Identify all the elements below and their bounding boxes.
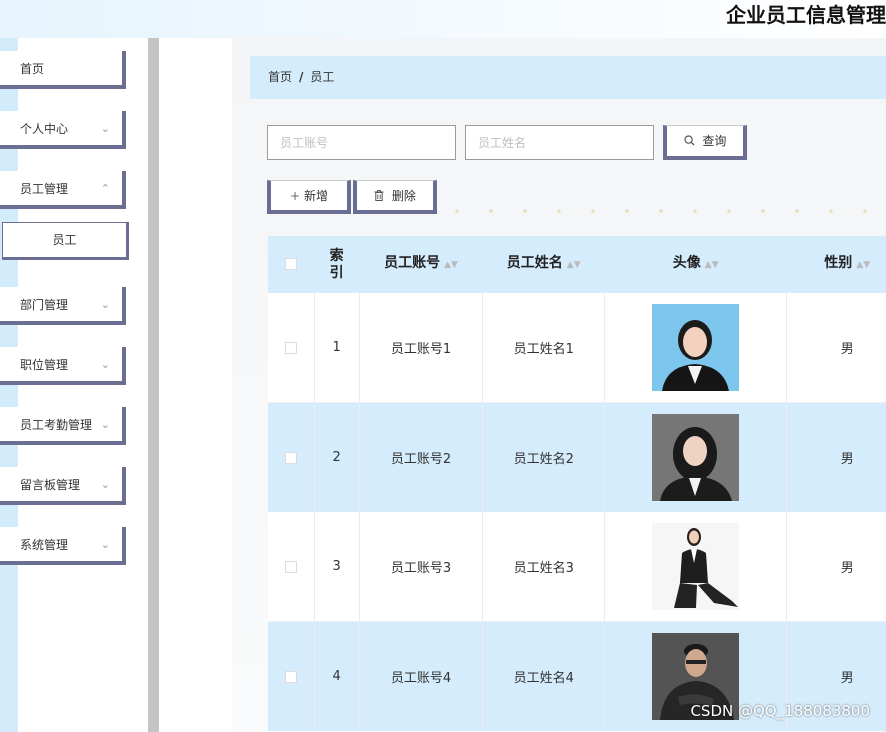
- plus-icon: +: [289, 189, 301, 203]
- cell-name: 员工姓名2: [482, 402, 606, 512]
- cell-name: 员工姓名3: [482, 512, 606, 622]
- chevron-down-icon: ⌄: [100, 358, 110, 371]
- sidebar-item-label: 员工管理: [20, 182, 69, 196]
- site-title: 企业员工信息管理: [726, 3, 886, 27]
- cell-account: 员工账号4: [359, 621, 484, 731]
- decorative-dots: [440, 206, 886, 216]
- table-row: 1 员工账号1 员工姓名1 男: [268, 293, 886, 403]
- employee-avatar-image[interactable]: [652, 304, 740, 391]
- add-button[interactable]: + 新增: [267, 180, 351, 214]
- sidebar-item-attendance-management[interactable]: 员工考勤管理 ⌄: [0, 407, 126, 445]
- sidebar-item-home[interactable]: 首页: [0, 51, 126, 89]
- chevron-down-icon: ⌄: [100, 538, 110, 551]
- search-icon: [683, 134, 699, 148]
- sidebar-subitem-employee[interactable]: 员工: [2, 222, 129, 260]
- table-row: 2 员工账号2 员工姓名2 男: [268, 402, 886, 512]
- sidebar-item-label: 个人中心: [20, 122, 69, 136]
- cell-avatar: [604, 402, 788, 512]
- sort-icon: ▲▼: [856, 260, 871, 270]
- top-bar: 企业员工信息管理: [0, 0, 886, 38]
- row-checkbox[interactable]: [284, 341, 297, 354]
- cell-account: 员工账号2: [359, 402, 484, 512]
- chevron-down-icon: ⌄: [100, 478, 110, 491]
- delete-button[interactable]: 删除: [353, 180, 437, 214]
- row-checkbox[interactable]: [284, 560, 297, 573]
- column-header-name[interactable]: 员工姓名 ▲▼: [482, 236, 605, 293]
- cell-gender: 男: [786, 402, 886, 512]
- sidebar-item-label: 员工: [52, 233, 77, 247]
- sidebar-item-label: 员工考勤管理: [20, 418, 93, 432]
- sidebar-item-system-management[interactable]: 系统管理 ⌄: [0, 527, 126, 565]
- query-button-label: 查询: [702, 134, 727, 148]
- delete-button-label: 删除: [391, 189, 416, 203]
- employee-account-search-input[interactable]: [267, 125, 456, 160]
- column-header-avatar[interactable]: 头像 ▲▼: [604, 236, 787, 293]
- table-header-row: 索引 员工账号 ▲▼ 员工姓名 ▲▼ 头像 ▲▼ 性别 ▲▼: [268, 236, 886, 293]
- cell-gender: 男: [786, 293, 886, 403]
- chevron-down-icon: ⌄: [100, 122, 110, 135]
- table-row: 3 员工账号3 员工姓名3 男: [268, 512, 886, 622]
- breadcrumb-current: 员工: [310, 70, 335, 84]
- chevron-down-icon: ⌄: [100, 298, 110, 311]
- sidebar-divider: [148, 38, 159, 732]
- cell-account: 员工账号1: [359, 293, 484, 403]
- employee-avatar-image[interactable]: [652, 523, 740, 610]
- cell-avatar: [604, 512, 788, 622]
- cell-index: 4: [314, 621, 360, 731]
- sidebar-item-label: 首页: [20, 62, 45, 76]
- sidebar-item-message-board-management[interactable]: 留言板管理 ⌄: [0, 467, 126, 505]
- employee-table: 索引 员工账号 ▲▼ 员工姓名 ▲▼ 头像 ▲▼ 性别 ▲▼ 1 员工账号1 员工姓名1…: [268, 236, 886, 731]
- cell-name: 员工姓名1: [482, 293, 606, 403]
- cell-gender: 男: [786, 512, 886, 622]
- sidebar-item-personal-center[interactable]: 个人中心 ⌄: [0, 111, 126, 149]
- sidebar-item-employee-management[interactable]: 员工管理 ⌃: [0, 171, 126, 209]
- breadcrumb-home[interactable]: 首页: [268, 70, 292, 84]
- cell-index: 2: [314, 402, 360, 512]
- sidebar-item-label: 职位管理: [20, 358, 69, 372]
- chevron-up-icon: ⌃: [100, 182, 110, 195]
- cell-name: 员工姓名4: [482, 621, 606, 731]
- query-button[interactable]: 查询: [663, 125, 747, 160]
- row-checkbox[interactable]: [284, 670, 297, 683]
- employee-name-search-input[interactable]: [465, 125, 654, 160]
- sidebar-item-department-management[interactable]: 部门管理 ⌄: [0, 287, 126, 325]
- column-header-gender[interactable]: 性别 ▲▼: [786, 236, 886, 293]
- sort-icon: ▲▼: [444, 260, 458, 270]
- sidebar-item-position-management[interactable]: 职位管理 ⌄: [0, 347, 126, 385]
- cell-account: 员工账号3: [359, 512, 484, 622]
- watermark: CSDN @QQ_188083800: [690, 702, 870, 720]
- row-checkbox[interactable]: [284, 451, 297, 464]
- sidebar-item-label: 部门管理: [20, 298, 69, 312]
- breadcrumb: 首页 / 员工: [250, 56, 886, 99]
- chevron-down-icon: ⌄: [100, 418, 110, 431]
- column-header-index: 索引: [314, 236, 360, 293]
- add-button-label: 新增: [304, 189, 329, 203]
- select-all-cell: [268, 236, 315, 293]
- sidebar-item-label: 系统管理: [20, 538, 69, 552]
- sort-icon: ▲▼: [704, 260, 719, 270]
- sidebar-item-label: 留言板管理: [20, 478, 81, 492]
- sort-icon: ▲▼: [566, 260, 581, 270]
- select-all-checkbox[interactable]: [285, 258, 298, 270]
- cell-index: 1: [314, 293, 360, 403]
- breadcrumb-separator: /: [299, 70, 304, 84]
- cell-index: 3: [314, 512, 360, 622]
- employee-avatar-image[interactable]: [652, 414, 740, 501]
- trash-icon: [374, 189, 388, 203]
- cell-avatar: [604, 293, 788, 403]
- column-header-account[interactable]: 员工账号 ▲▼: [359, 236, 483, 293]
